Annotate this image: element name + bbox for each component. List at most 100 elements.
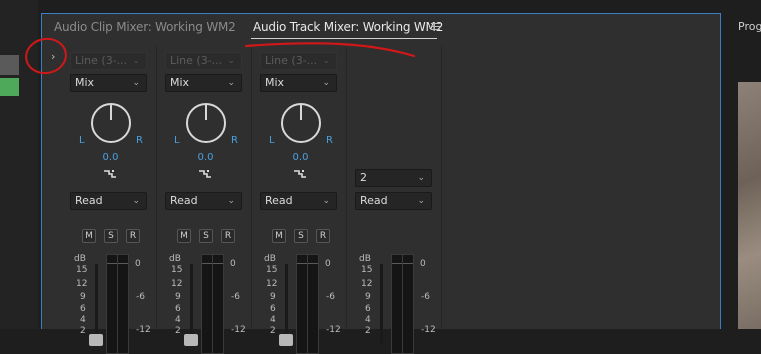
volume-fader-track bbox=[380, 264, 383, 344]
scale-right-tick: -6 bbox=[231, 292, 240, 302]
chevron-down-icon: ⌄ bbox=[227, 56, 235, 66]
level-meter bbox=[106, 254, 129, 354]
volume-fader-handle[interactable] bbox=[89, 334, 103, 346]
automation-mode-select[interactable]: Read ⌄ bbox=[260, 192, 337, 210]
left-panel bbox=[0, 0, 38, 329]
left-panel-clip-block[interactable] bbox=[0, 78, 19, 96]
tab-audio-track-mixer[interactable]: Audio Track Mixer: Working WM2 bbox=[253, 20, 443, 34]
db-label: dB bbox=[74, 254, 86, 264]
scale-left-tick: 9 bbox=[270, 292, 276, 302]
scale-left-tick: 9 bbox=[175, 292, 181, 302]
record-button[interactable]: R bbox=[221, 229, 235, 243]
scale-left-tick: 2 bbox=[365, 326, 371, 336]
mute-button[interactable]: M bbox=[177, 229, 191, 243]
solo-button[interactable]: S bbox=[294, 229, 308, 243]
mute-button[interactable]: M bbox=[272, 229, 286, 243]
scale-right-tick: 0 bbox=[325, 259, 331, 269]
routing-icon bbox=[199, 170, 211, 178]
volume-fader-track bbox=[95, 264, 98, 344]
scale-left-tick: 12 bbox=[171, 279, 183, 289]
panel-menu-icon[interactable] bbox=[431, 23, 440, 32]
channel-strip-3: Line (3-... ⌄ Mix ⌄ L R 0.0 Read ⌄ M S R dB… bbox=[255, 46, 347, 354]
input-select[interactable]: Line (3-... ⌄ bbox=[70, 52, 147, 70]
chevron-down-icon: ⌄ bbox=[417, 196, 425, 206]
scale-left-tick: 6 bbox=[270, 304, 276, 314]
level-meter bbox=[296, 254, 319, 354]
scale-left-tick: 9 bbox=[365, 292, 371, 302]
scale-right-tick: -12 bbox=[136, 325, 151, 335]
pan-knob[interactable] bbox=[185, 102, 227, 144]
db-label: dB bbox=[169, 254, 181, 264]
pan-knob[interactable] bbox=[90, 102, 132, 144]
scale-right-tick: -6 bbox=[326, 292, 335, 302]
input-select[interactable]: Line (3-... ⌄ bbox=[260, 52, 337, 70]
scale-left-tick: 15 bbox=[76, 265, 88, 275]
pan-left-label: L bbox=[174, 135, 180, 146]
scale-left-tick: 2 bbox=[80, 326, 86, 336]
db-label: dB bbox=[359, 254, 371, 264]
scale-left-tick: 15 bbox=[266, 265, 278, 275]
solo-button[interactable]: S bbox=[199, 229, 213, 243]
mute-button[interactable]: M bbox=[82, 229, 96, 243]
scale-left-tick: 4 bbox=[175, 315, 181, 325]
pan-knob[interactable] bbox=[280, 102, 322, 144]
scale-right-tick: -12 bbox=[326, 325, 341, 335]
active-tab-underline bbox=[251, 38, 437, 39]
scale-left-tick: 4 bbox=[270, 315, 276, 325]
scale-left-tick: 6 bbox=[80, 304, 86, 314]
scale-left-tick: 4 bbox=[365, 315, 371, 325]
mode-select[interactable]: Mix ⌄ bbox=[70, 74, 147, 92]
level-meter bbox=[201, 254, 224, 354]
chevron-down-icon: ⌄ bbox=[322, 78, 330, 88]
scale-left-tick: 2 bbox=[175, 326, 181, 336]
scale-left-tick: 12 bbox=[361, 279, 373, 289]
pan-left-label: L bbox=[269, 135, 275, 146]
level-meter bbox=[391, 254, 414, 354]
pan-value[interactable]: 0.0 bbox=[160, 152, 251, 163]
automation-mode-select[interactable]: Read ⌄ bbox=[70, 192, 147, 210]
channel-strip-1: Line (3-... ⌄ Mix ⌄ L R 0.0 Read ⌄ M S R dB… bbox=[65, 46, 157, 354]
chevron-down-icon: ⌄ bbox=[132, 78, 140, 88]
record-button[interactable]: R bbox=[316, 229, 330, 243]
channel-format-select[interactable]: 2 ⌄ bbox=[355, 169, 432, 187]
scale-left-tick: 12 bbox=[266, 279, 278, 289]
expand-chevron-icon[interactable]: › bbox=[51, 50, 55, 63]
record-button[interactable]: R bbox=[126, 229, 140, 243]
scale-left-tick: 6 bbox=[365, 304, 371, 314]
pan-right-label: R bbox=[326, 135, 333, 146]
chevron-down-icon: ⌄ bbox=[322, 56, 330, 66]
scale-left-tick: 2 bbox=[270, 326, 276, 336]
volume-fader-handle[interactable] bbox=[184, 334, 198, 346]
db-label: dB bbox=[264, 254, 276, 264]
pan-value[interactable]: 0.0 bbox=[255, 152, 346, 163]
audio-mixer-panel: Audio Clip Mixer: Working WM2 Audio Trac… bbox=[41, 13, 721, 354]
mode-select[interactable]: Mix ⌄ bbox=[165, 74, 242, 92]
scale-right-tick: 0 bbox=[420, 259, 426, 269]
left-panel-track-block[interactable] bbox=[0, 55, 19, 75]
pan-right-label: R bbox=[136, 135, 143, 146]
solo-button[interactable]: S bbox=[104, 229, 118, 243]
scale-right-tick: -12 bbox=[421, 325, 436, 335]
scale-right-tick: -12 bbox=[231, 325, 246, 335]
scale-right-tick: -6 bbox=[136, 292, 145, 302]
pan-value[interactable]: 0.0 bbox=[65, 152, 156, 163]
routing-icon bbox=[294, 170, 306, 178]
automation-mode-select[interactable]: Read ⌄ bbox=[355, 192, 432, 210]
volume-fader-track bbox=[285, 264, 288, 344]
pan-right-label: R bbox=[231, 135, 238, 146]
program-video-frame bbox=[738, 82, 761, 329]
scale-right-tick: 0 bbox=[230, 259, 236, 269]
automation-mode-select[interactable]: Read ⌄ bbox=[165, 192, 242, 210]
scale-right-tick: 0 bbox=[135, 259, 141, 269]
chevron-down-icon: ⌄ bbox=[322, 196, 330, 206]
program-monitor-title[interactable]: Prog bbox=[738, 20, 761, 33]
chevron-down-icon: ⌄ bbox=[417, 173, 425, 183]
mode-select[interactable]: Mix ⌄ bbox=[260, 74, 337, 92]
tab-audio-clip-mixer[interactable]: Audio Clip Mixer: Working WM2 bbox=[54, 20, 236, 34]
scale-left-tick: 6 bbox=[175, 304, 181, 314]
input-select[interactable]: Line (3-... ⌄ bbox=[165, 52, 242, 70]
chevron-down-icon: ⌄ bbox=[227, 78, 235, 88]
volume-fader-handle[interactable] bbox=[279, 334, 293, 346]
scale-left-tick: 12 bbox=[76, 279, 88, 289]
channel-strip-2: Line (3-... ⌄ Mix ⌄ L R 0.0 Read ⌄ M S R dB… bbox=[160, 46, 252, 354]
